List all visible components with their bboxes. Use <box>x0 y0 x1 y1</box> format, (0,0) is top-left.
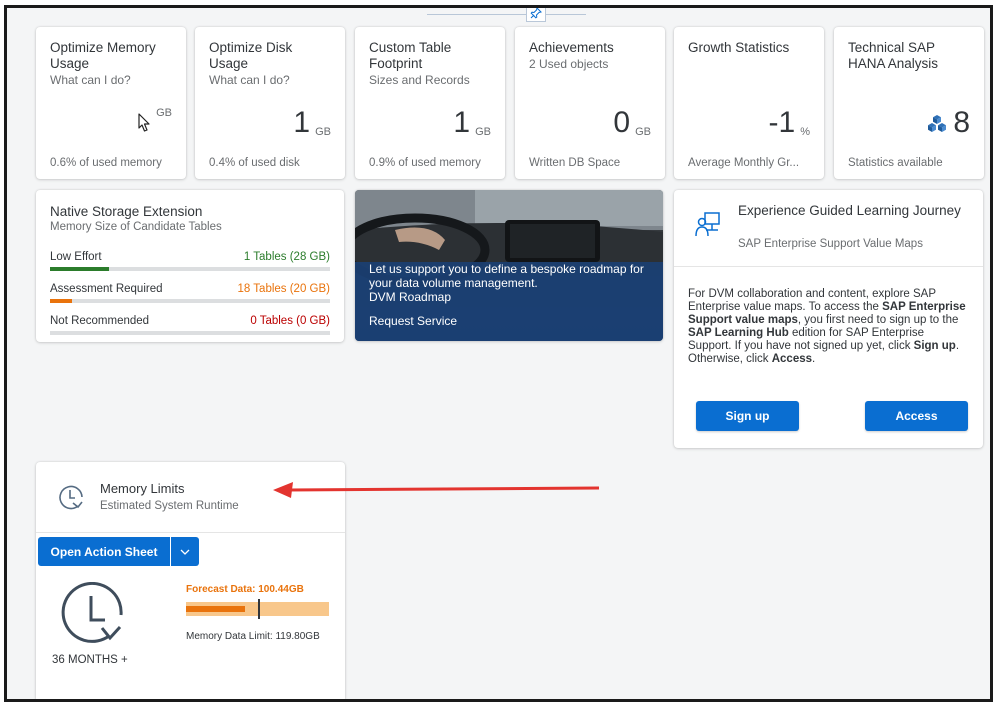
tile-value: -1 % <box>769 107 810 139</box>
tile-optimize-disk-usage[interactable]: Optimize Disk Usage What can I do? 1 GB … <box>195 27 345 179</box>
nse-row-bar-fill <box>50 267 109 271</box>
tile-number: 8 <box>953 106 970 139</box>
clock-history-icon <box>59 485 83 510</box>
memory-limit-marker <box>257 599 260 619</box>
action-sheet-split-button: Open Action Sheet <box>38 537 199 566</box>
tile-title: Achievements <box>529 40 614 55</box>
tile-unit: GB <box>475 126 491 138</box>
tile-footer: Statistics available <box>848 157 943 169</box>
tile-subtitle: Sizes and Records <box>369 73 470 87</box>
tile-number: 1 <box>453 106 471 139</box>
tile-value: GB <box>151 107 172 120</box>
egl-body-part: . <box>812 353 816 365</box>
tile-subtitle: 2 Used objects <box>529 57 609 71</box>
nse-row-bar <box>50 331 330 335</box>
nse-row-value: 0 Tables (0 GB) <box>250 315 330 327</box>
tile-number: 1 <box>293 106 311 139</box>
tile-unit: GB <box>635 126 651 138</box>
egl-body-part: , you first need to sign up to the <box>797 314 959 326</box>
nse-row-bar-fill <box>50 299 73 303</box>
tile-footer: 0.9% of used memory <box>369 157 481 169</box>
learning-person-icon <box>695 212 720 237</box>
large-clock-icon <box>61 582 123 643</box>
pin-rule-left <box>427 14 526 15</box>
tile-footer: Written DB Space <box>529 157 621 169</box>
tile-subtitle: Memory Size of Candidate Tables <box>50 221 222 233</box>
chevron-down-icon <box>180 549 190 555</box>
banner-text: Let us support you to define a bespoke r… <box>369 262 649 304</box>
tile-optimize-memory-usage[interactable]: Optimize Memory Usage What can I do? GB … <box>36 27 186 179</box>
tile-subtitle: SAP Enterprise Support Value Maps <box>738 238 923 250</box>
tile-dvm-roadmap[interactable]: Let us support you to define a bespoke r… <box>355 190 663 341</box>
tile-unit: GB <box>156 107 172 119</box>
nse-row-label: Not Recommended <box>50 315 150 327</box>
nse-row-value: 18 Tables (20 GB) <box>237 283 330 295</box>
nse-row-assessment-required: Assessment Required 18 Tables (20 GB) <box>50 279 330 307</box>
forecast-bar <box>186 599 329 619</box>
tile-experience-guided-learning[interactable]: Experience Guided Learning Journey SAP E… <box>674 190 983 448</box>
nse-rows: Low Effort 1 Tables (28 GB) Assessment R… <box>50 247 330 339</box>
open-action-sheet-button[interactable]: Open Action Sheet <box>38 537 170 566</box>
request-service-link[interactable]: Request Service <box>369 314 457 328</box>
tile-growth-statistics[interactable]: Growth Statistics -1 % Average Monthly G… <box>674 27 824 179</box>
tile-subtitle: What can I do? <box>209 73 290 87</box>
runtime-label: 36 MONTHS + <box>52 654 128 666</box>
tile-title: Technical SAP HANA Analysis <box>848 40 939 71</box>
tile-custom-table-footprint[interactable]: Custom Table Footprint Sizes and Records… <box>355 27 505 179</box>
tile-footer: Average Monthly Gr... <box>688 157 800 169</box>
tile-unit: % <box>800 126 810 138</box>
tile-title: Memory Limits <box>100 481 185 496</box>
tile-title: Custom Table Footprint <box>369 40 452 71</box>
tile-achievements[interactable]: Achievements 2 Used objects 0 GB Written… <box>515 27 665 179</box>
tile-value: 0 GB <box>613 107 651 139</box>
tile-subtitle: Estimated System Runtime <box>100 500 239 512</box>
access-button[interactable]: Access <box>865 401 968 431</box>
nse-row-low-effort: Low Effort 1 Tables (28 GB) <box>50 247 330 275</box>
nse-row-label: Assessment Required <box>50 283 163 295</box>
launchpad-frame: Optimize Memory Usage What can I do? GB … <box>4 5 993 702</box>
tile-value: 8 <box>926 107 970 139</box>
tile-title: Optimize Disk Usage <box>209 40 293 71</box>
tile-footer: 0.4% of used disk <box>209 157 300 169</box>
annotation-arrow <box>273 482 600 498</box>
banner-message: Let us support you to define a bespoke r… <box>369 262 644 290</box>
forecast-bar-fill <box>186 606 245 612</box>
tile-title: Optimize Memory Usage <box>50 40 156 71</box>
tile-title: Native Storage Extension <box>50 204 203 219</box>
egl-body-bold: Sign up <box>913 340 956 352</box>
egl-body-bold: Access <box>771 353 813 365</box>
tile-footer: 0.6% of used memory <box>50 157 162 169</box>
egl-body-text: For DVM collaboration and content, explo… <box>688 288 968 366</box>
nse-row-label: Low Effort <box>50 251 102 263</box>
egl-header: Experience Guided Learning Journey SAP E… <box>674 190 983 267</box>
banner-subtext: DVM Roadmap <box>369 290 452 304</box>
tile-technical-sap-hana-analysis[interactable]: Technical SAP HANA Analysis 8 Statistics… <box>834 27 984 179</box>
pin-rule-right <box>546 14 586 15</box>
tile-number: 0 <box>613 106 631 139</box>
tile-value: 1 GB <box>293 107 331 139</box>
nse-row-value: 1 Tables (28 GB) <box>243 251 330 263</box>
sign-up-button[interactable]: Sign up <box>696 401 799 431</box>
tile-native-storage-extension[interactable]: Native Storage Extension Memory Size of … <box>36 190 344 342</box>
egl-body-bold: SAP Learning Hub <box>688 327 789 339</box>
action-sheet-dropdown-button[interactable] <box>171 537 199 566</box>
tile-unit: GB <box>315 126 331 138</box>
cursor-icon <box>138 113 150 132</box>
tile-title: Growth Statistics <box>688 40 790 55</box>
tile-value: 1 GB <box>453 107 491 139</box>
nse-row-not-recommended: Not Recommended 0 Tables (0 GB) <box>50 311 330 339</box>
tile-number: -1 <box>768 106 796 139</box>
forecast-label: Forecast Data: 100.44GB <box>186 584 304 595</box>
cubes-icon <box>928 115 947 132</box>
tile-memory-limits[interactable]: Memory Limits Estimated System Runtime O… <box>36 462 345 699</box>
nse-row-bar <box>50 299 330 303</box>
nse-row-bar <box>50 267 330 271</box>
tile-subtitle: What can I do? <box>50 73 131 87</box>
tile-title: Experience Guided Learning Journey <box>738 203 961 218</box>
memory-limit-label: Memory Data Limit: 119.80GB <box>186 631 320 642</box>
pin-icon[interactable] <box>526 8 546 22</box>
